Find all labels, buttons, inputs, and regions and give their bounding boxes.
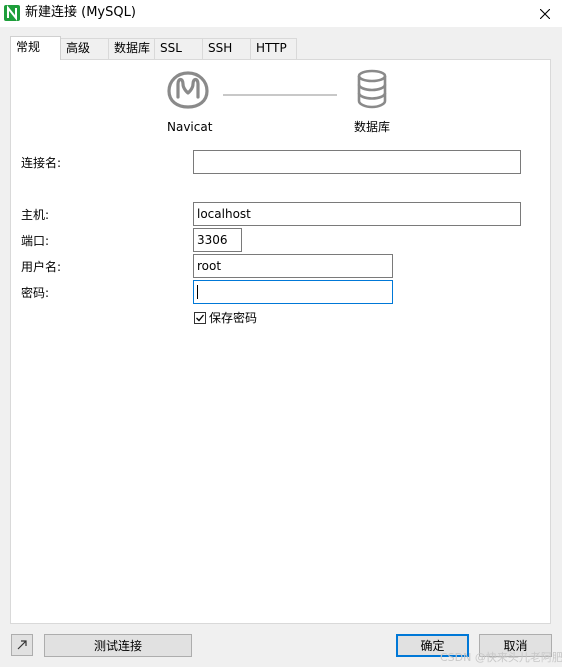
watermark: CSDN @快来头儿老阿肥 bbox=[440, 651, 562, 664]
username-label: 用户名: bbox=[21, 260, 62, 274]
connection-name-input[interactable] bbox=[193, 150, 521, 174]
tab-databases[interactable]: 数据库 bbox=[108, 38, 155, 59]
tab-ssl[interactable]: SSL bbox=[154, 38, 203, 59]
test-connection-button[interactable]: 测试连接 bbox=[44, 634, 192, 657]
tab-http[interactable]: HTTP bbox=[250, 38, 297, 59]
tab-label: SSL bbox=[160, 41, 182, 55]
navicat-app-icon bbox=[4, 5, 20, 21]
tab-ssh[interactable]: SSH bbox=[202, 38, 251, 59]
tab-label: 高级 bbox=[66, 41, 91, 55]
password-label: 密码: bbox=[21, 286, 50, 300]
tab-label: 数据库 bbox=[114, 41, 151, 55]
close-icon bbox=[540, 8, 550, 19]
client-label: Navicat bbox=[167, 120, 213, 134]
port-label: 端口: bbox=[21, 234, 50, 248]
tab-label: 常规 bbox=[16, 40, 41, 54]
general-tab-panel bbox=[10, 59, 551, 624]
tab-label: HTTP bbox=[256, 41, 287, 55]
username-input[interactable] bbox=[193, 254, 393, 278]
database-icon bbox=[357, 69, 387, 109]
link-button[interactable] bbox=[11, 634, 33, 656]
tab-advanced[interactable]: 高级 bbox=[60, 38, 109, 59]
port-input[interactable] bbox=[193, 228, 242, 252]
close-button[interactable] bbox=[528, 0, 562, 27]
connection-name-label: 连接名: bbox=[21, 156, 62, 170]
text-caret bbox=[197, 285, 198, 299]
save-password-checkbox[interactable] bbox=[194, 312, 206, 324]
host-input[interactable] bbox=[193, 202, 521, 226]
server-label: 数据库 bbox=[353, 120, 390, 134]
host-label: 主机: bbox=[21, 208, 50, 222]
tab-label: SSH bbox=[208, 41, 233, 55]
window-title: 新建连接 (MySQL) bbox=[25, 5, 136, 20]
save-password-label: 保存密码 bbox=[209, 311, 258, 325]
tab-general[interactable]: 常规 bbox=[10, 36, 61, 60]
checkmark-icon bbox=[196, 314, 205, 322]
title-bar: 新建连接 (MySQL) bbox=[0, 0, 562, 27]
password-input[interactable] bbox=[193, 280, 393, 304]
navicat-logo-icon bbox=[167, 71, 209, 109]
connection-line bbox=[223, 94, 337, 96]
link-icon bbox=[17, 640, 27, 650]
